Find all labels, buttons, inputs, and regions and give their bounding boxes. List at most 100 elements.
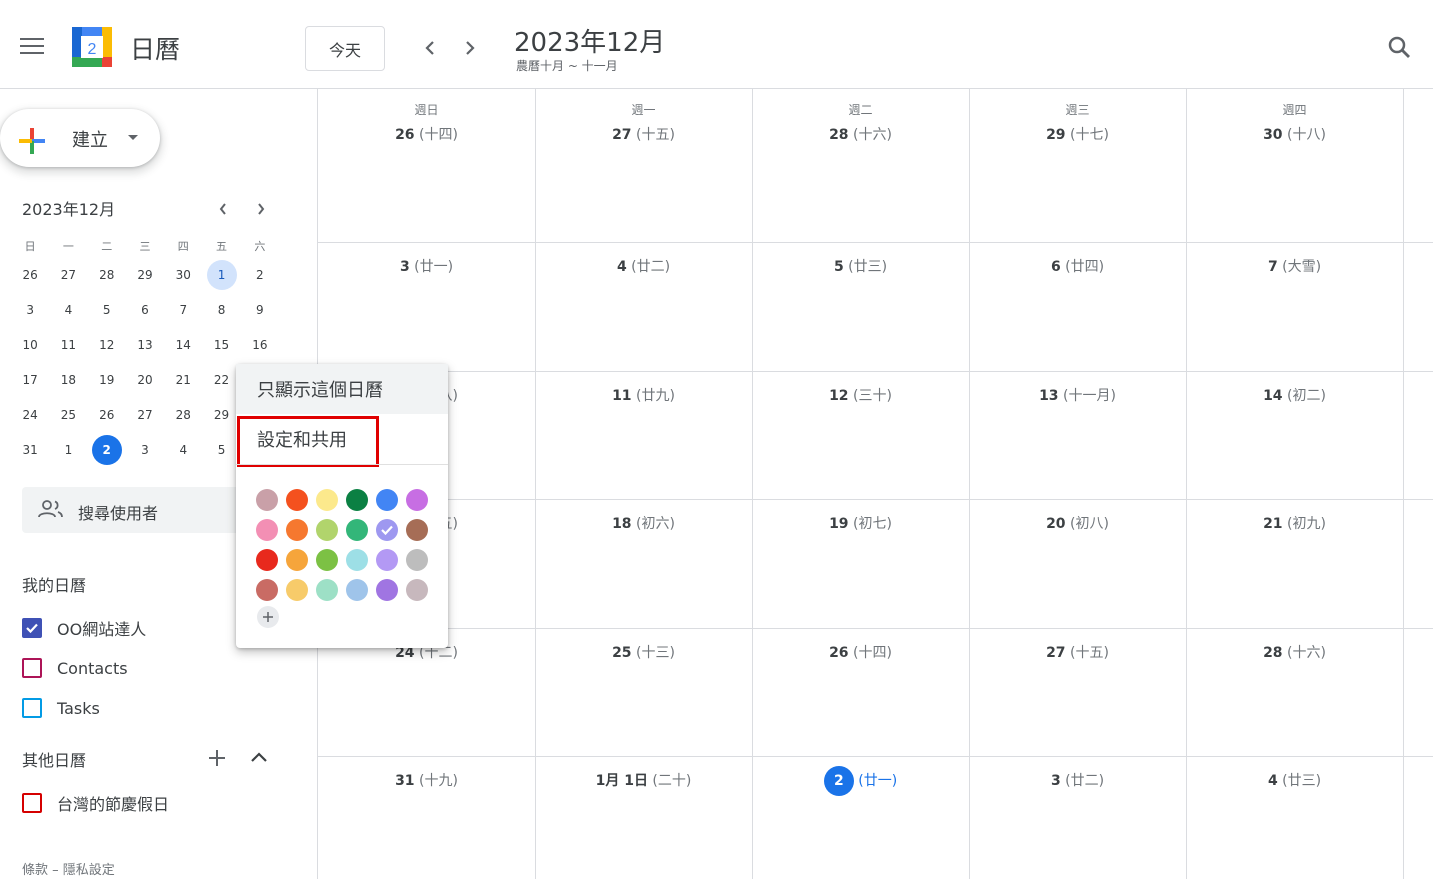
mini-day[interactable]: 1 <box>202 259 240 290</box>
color-swatch[interactable] <box>376 489 398 511</box>
date-label[interactable]: 7 (大雪) <box>1186 256 1403 276</box>
checked-checkbox-icon[interactable] <box>22 618 42 638</box>
mini-day[interactable]: 30 <box>164 260 202 290</box>
terms-privacy-link[interactable]: 條款 – 隱私設定 <box>22 859 115 878</box>
calendar-list-item[interactable]: OO網站達人 <box>22 616 146 640</box>
date-label[interactable]: 21 (初九) <box>1186 513 1403 533</box>
mini-day[interactable]: 2 <box>88 434 126 465</box>
color-swatch[interactable] <box>406 549 428 571</box>
date-label[interactable]: 4 (廿三) <box>1186 770 1403 790</box>
add-other-calendar-button[interactable] <box>206 747 228 769</box>
mini-day[interactable]: 28 <box>88 260 126 290</box>
date-label[interactable]: 28 (十六) <box>1186 642 1403 662</box>
mini-day[interactable]: 14 <box>164 330 202 360</box>
color-swatch[interactable] <box>346 549 368 571</box>
date-label[interactable]: 27 (十五) <box>535 124 752 144</box>
display-only-this-calendar-item[interactable]: 只顯示這個日曆 <box>236 364 448 414</box>
color-swatch[interactable] <box>256 549 278 571</box>
date-label[interactable]: 18 (初六) <box>535 513 752 533</box>
color-swatch[interactable] <box>316 579 338 601</box>
mini-day[interactable]: 9 <box>241 295 279 325</box>
color-swatch[interactable] <box>376 549 398 571</box>
mini-day[interactable]: 15 <box>202 330 240 360</box>
unchecked-checkbox-icon[interactable] <box>22 698 42 718</box>
date-label[interactable]: 20 (初八) <box>969 513 1186 533</box>
date-label[interactable]: 3 (廿二) <box>969 770 1186 790</box>
color-swatch[interactable] <box>286 519 308 541</box>
mini-day[interactable]: 7 <box>164 295 202 325</box>
color-swatch[interactable] <box>256 579 278 601</box>
color-swatch[interactable] <box>346 519 368 541</box>
mini-day[interactable]: 25 <box>49 400 87 430</box>
unchecked-checkbox-icon[interactable] <box>22 658 42 678</box>
color-swatch[interactable] <box>346 579 368 601</box>
mini-day[interactable]: 1 <box>49 435 87 465</box>
main-menu-icon[interactable] <box>20 38 44 56</box>
date-label[interactable]: 25 (十三) <box>535 642 752 662</box>
date-label[interactable]: 28 (十六) <box>752 124 969 144</box>
mini-day[interactable]: 31 <box>11 435 49 465</box>
color-swatch[interactable] <box>286 549 308 571</box>
next-period-button[interactable] <box>458 36 482 60</box>
mini-day[interactable]: 4 <box>164 435 202 465</box>
color-swatch[interactable] <box>316 549 338 571</box>
previous-period-button[interactable] <box>418 36 442 60</box>
mini-day[interactable]: 10 <box>11 330 49 360</box>
mini-day[interactable]: 16 <box>241 330 279 360</box>
mini-day[interactable]: 20 <box>126 365 164 395</box>
mini-day[interactable]: 5 <box>88 295 126 325</box>
search-button[interactable] <box>1386 34 1414 62</box>
date-label[interactable]: 26 (十四) <box>318 124 535 144</box>
color-swatch[interactable] <box>256 519 278 541</box>
date-label[interactable]: 14 (初二) <box>1186 385 1403 405</box>
mini-day[interactable]: 27 <box>49 260 87 290</box>
mini-day[interactable]: 13 <box>126 330 164 360</box>
mini-day[interactable]: 2 <box>241 260 279 290</box>
mini-day[interactable]: 24 <box>11 400 49 430</box>
date-label[interactable]: 4 (廿二) <box>535 256 752 276</box>
calendar-list-item[interactable]: Tasks <box>22 696 100 720</box>
calendar-list-item[interactable]: 台灣的節慶假日 <box>22 791 169 815</box>
color-swatch[interactable] <box>406 579 428 601</box>
mini-day[interactable]: 4 <box>49 295 87 325</box>
color-swatch[interactable] <box>316 519 338 541</box>
other-calendars-title[interactable]: 其他日曆 <box>22 747 86 771</box>
mini-next-month-button[interactable] <box>251 199 271 219</box>
date-label[interactable]: 3 (廿一) <box>318 256 535 276</box>
color-swatch[interactable] <box>406 489 428 511</box>
mini-day[interactable]: 26 <box>88 400 126 430</box>
color-swatch[interactable] <box>316 489 338 511</box>
unchecked-checkbox-icon[interactable] <box>22 793 42 813</box>
mini-day[interactable]: 18 <box>49 365 87 395</box>
add-custom-color-button[interactable] <box>257 606 279 628</box>
date-label[interactable]: 13 (十一月) <box>969 385 1186 405</box>
date-label[interactable]: 1月 1日 (二十) <box>535 770 752 790</box>
mini-day[interactable]: 5 <box>202 435 240 465</box>
search-users-field[interactable]: 搜尋使用者 <box>22 487 252 533</box>
create-button[interactable]: 建立 <box>0 109 160 167</box>
color-swatch-selected[interactable] <box>376 519 398 541</box>
color-swatch[interactable] <box>256 489 278 511</box>
mini-previous-month-button[interactable] <box>213 199 233 219</box>
date-label[interactable]: 11 (廿九) <box>535 385 752 405</box>
date-label[interactable]: 2 (廿一) <box>752 766 969 796</box>
date-label[interactable]: 12 (三十) <box>752 385 969 405</box>
mini-day[interactable]: 22 <box>202 365 240 395</box>
mini-day[interactable]: 21 <box>164 365 202 395</box>
date-label[interactable]: 6 (廿四) <box>969 256 1186 276</box>
mini-day[interactable]: 11 <box>49 330 87 360</box>
mini-day[interactable]: 19 <box>88 365 126 395</box>
mini-day[interactable]: 3 <box>126 435 164 465</box>
date-label[interactable]: 26 (十四) <box>752 642 969 662</box>
mini-day[interactable]: 27 <box>126 400 164 430</box>
my-calendars-title[interactable]: 我的日曆 <box>22 572 86 596</box>
color-swatch[interactable] <box>346 489 368 511</box>
mini-day[interactable]: 8 <box>202 295 240 325</box>
collapse-other-calendars-button[interactable] <box>248 747 270 769</box>
date-label[interactable]: 29 (十七) <box>969 124 1186 144</box>
mini-day[interactable]: 17 <box>11 365 49 395</box>
mini-day[interactable]: 12 <box>88 330 126 360</box>
color-swatch[interactable] <box>286 579 308 601</box>
calendar-list-item[interactable]: Contacts <box>22 656 128 680</box>
date-label[interactable]: 31 (十九) <box>318 770 535 790</box>
